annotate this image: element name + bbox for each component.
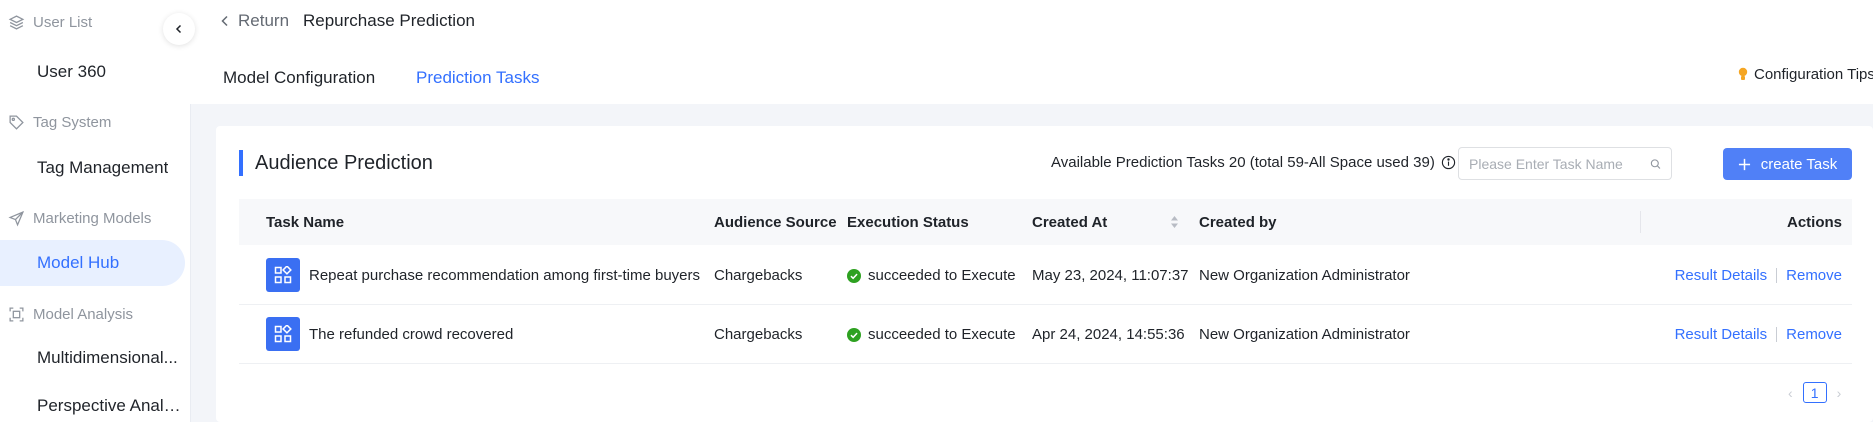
lightbulb-icon: [1738, 67, 1748, 80]
card-title: Audience Prediction: [239, 150, 433, 176]
result-details-link[interactable]: Result Details: [1675, 267, 1768, 284]
sidebar-group-label: Marketing Models: [33, 210, 152, 227]
sidebar-item-perspective-analysis[interactable]: Perspective Analy...: [0, 383, 185, 422]
page-header: Return Repurchase Prediction Model Confi…: [190, 0, 1873, 104]
audience-source: Chargebacks: [714, 267, 803, 284]
send-icon: [8, 210, 25, 227]
task-search-box[interactable]: [1458, 147, 1672, 180]
column-audience-source: Audience Source: [714, 213, 837, 231]
table-row: Repeat purchase recommendation among fir…: [239, 246, 1852, 305]
grid-apps-icon: [274, 266, 292, 284]
action-divider: [1776, 327, 1778, 342]
plus-icon: [1738, 158, 1750, 170]
layers-icon: [8, 15, 25, 30]
table-row: The refunded crowd recovered Chargebacks…: [239, 305, 1852, 364]
chevron-left-icon: [221, 15, 228, 27]
sidebar: User List User 360 Tag System Tag Manage…: [0, 0, 190, 422]
row-actions: Result Details Remove: [1675, 305, 1842, 364]
action-divider: [1776, 268, 1778, 283]
grid-apps-icon: [274, 325, 292, 343]
page-title: Repurchase Prediction: [303, 11, 475, 30]
sidebar-item-tag-management[interactable]: Tag Management: [0, 145, 185, 191]
column-divider: [1640, 211, 1641, 233]
audience-source: Chargebacks: [714, 326, 803, 343]
create-task-button[interactable]: create Task: [1723, 148, 1852, 180]
task-name: The refunded crowd recovered: [309, 326, 514, 343]
row-actions: Result Details Remove: [1675, 246, 1842, 305]
search-icon[interactable]: [1650, 157, 1661, 171]
next-page-button[interactable]: ›: [1837, 385, 1842, 401]
sidebar-group-label: Tag System: [33, 114, 112, 131]
create-task-label: create Task: [1760, 155, 1838, 173]
return-button[interactable]: Return: [220, 11, 289, 31]
sidebar-item-model-hub[interactable]: Model Hub: [0, 240, 185, 286]
page-number-current[interactable]: 1: [1802, 382, 1827, 403]
sidebar-collapse-button[interactable]: [163, 13, 195, 45]
sort-icon[interactable]: [1170, 215, 1179, 229]
created-at: Apr 24, 2024, 14:55:36: [1032, 326, 1185, 343]
sidebar-item-multidimensional[interactable]: Multidimensional...: [0, 335, 185, 381]
remove-link[interactable]: Remove: [1786, 326, 1842, 343]
status-label: succeeded to Execute: [868, 267, 1016, 284]
available-tasks-info: Available Prediction Tasks 20 (total 59-…: [1051, 154, 1456, 171]
task-app-icon: [266, 317, 300, 351]
info-icon[interactable]: [1441, 155, 1456, 170]
column-created-by: Created by: [1199, 213, 1277, 231]
sidebar-group-marketing-models: Marketing Models: [8, 210, 151, 227]
created-at: May 23, 2024, 11:07:37: [1032, 267, 1189, 284]
result-details-link[interactable]: Result Details: [1675, 326, 1768, 343]
success-check-icon: [847, 327, 861, 342]
remove-link[interactable]: Remove: [1786, 267, 1842, 284]
prev-page-button[interactable]: ‹: [1788, 385, 1793, 401]
column-created-at[interactable]: Created At: [1032, 199, 1182, 245]
column-task-name: Task Name: [266, 213, 345, 231]
configuration-tips-label: Configuration Tips: [1754, 66, 1873, 83]
audience-prediction-card: Audience Prediction Available Prediction…: [216, 126, 1873, 422]
table-header: Task Name Audience Source Execution Stat…: [239, 199, 1852, 245]
chevron-left-icon: [175, 24, 182, 34]
scan-icon: [9, 307, 24, 322]
sidebar-group-tag-system: Tag System: [8, 114, 111, 131]
column-actions: Actions: [1786, 213, 1842, 231]
execution-status: succeeded to Execute: [847, 246, 1016, 305]
task-app-icon: [266, 258, 300, 292]
pagination: ‹ 1 ›: [1788, 382, 1841, 403]
sidebar-group-user-list: User List: [8, 14, 92, 31]
configuration-tips-link[interactable]: Configuration Tips: [1738, 66, 1873, 83]
execution-status: succeeded to Execute: [847, 305, 1016, 364]
column-created-at-label: Created At: [1032, 213, 1108, 231]
task-name: Repeat purchase recommendation among fir…: [309, 267, 701, 284]
return-label: Return: [238, 11, 290, 30]
status-label: succeeded to Execute: [868, 326, 1016, 343]
task-search-input[interactable]: [1469, 155, 1650, 172]
sidebar-group-label: Model Analysis: [33, 306, 134, 323]
created-by: New Organization Administrator: [1199, 326, 1410, 343]
created-by: New Organization Administrator: [1199, 267, 1410, 284]
column-execution-status: Execution Status: [847, 213, 969, 231]
sidebar-item-user-360[interactable]: User 360: [0, 49, 185, 95]
tag-icon: [9, 115, 24, 130]
sidebar-group-label: User List: [33, 14, 93, 31]
sidebar-group-model-analysis: Model Analysis: [8, 306, 133, 323]
tab-model-configuration[interactable]: Model Configuration: [223, 68, 375, 88]
tab-prediction-tasks[interactable]: Prediction Tasks: [416, 68, 539, 88]
available-tasks-text: Available Prediction Tasks 20 (total 59-…: [1051, 154, 1435, 171]
success-check-icon: [847, 268, 861, 283]
